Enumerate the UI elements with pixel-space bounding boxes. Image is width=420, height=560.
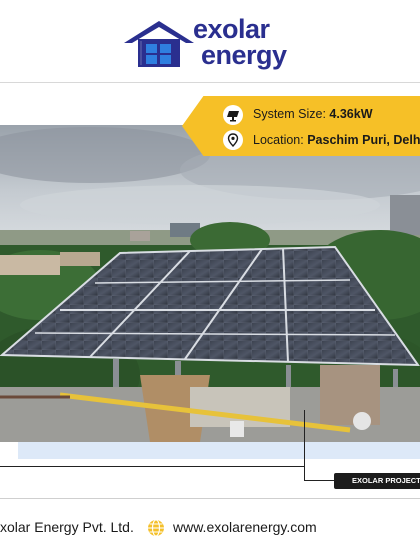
website-link[interactable]: www.exolarenergy.com — [173, 519, 317, 535]
system-size-line: System Size: 4.36kW — [253, 107, 373, 121]
location-pin-icon — [223, 130, 243, 150]
leader-line-connector — [304, 480, 334, 481]
header-divider — [0, 82, 420, 83]
location-line: Location: Paschim Puri, Delhi — [253, 133, 420, 147]
solar-panel-icon — [223, 105, 243, 125]
leader-line-horizontal — [0, 466, 305, 467]
system-size-label: System Size: — [253, 107, 326, 121]
leader-line-vertical — [304, 410, 305, 480]
location-label: Location: — [253, 133, 304, 147]
footer-divider — [0, 498, 420, 499]
system-size-value: 4.36kW — [329, 107, 373, 121]
rooftop-solar-photo — [0, 125, 420, 442]
house-window-logo-icon — [124, 21, 194, 67]
company-name: xolar Energy Pvt. Ltd. — [0, 519, 134, 535]
globe-icon — [148, 519, 164, 537]
location-value: Paschim Puri, Delhi — [307, 133, 420, 147]
exolar-projects-tag: EXOLAR PROJECTS — [334, 473, 420, 489]
caption-band — [18, 442, 420, 459]
project-info-banner — [182, 96, 420, 156]
brand-name-line2: energy — [201, 40, 287, 70]
